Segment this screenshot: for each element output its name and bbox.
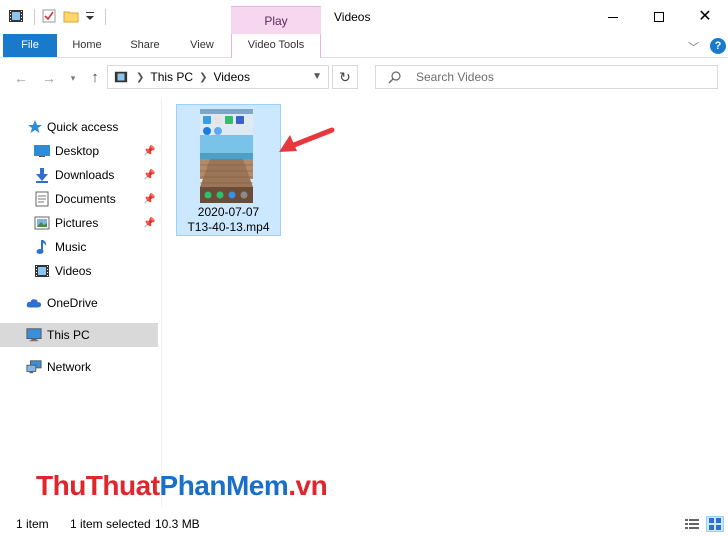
recent-locations-icon[interactable]: ▾ — [64, 69, 82, 87]
sidebar-item-label: Network — [47, 360, 92, 374]
maximize-button[interactable] — [636, 0, 682, 34]
minimize-button[interactable] — [590, 0, 636, 34]
search-box[interactable] — [375, 65, 718, 89]
breadcrumb-chevron-icon[interactable]: ❯ — [199, 72, 207, 83]
selection-size: 10.3 MB — [155, 517, 200, 531]
sidebar-item-label: Videos — [55, 264, 92, 278]
address-dropdown-icon[interactable]: ▼ — [312, 71, 322, 82]
downloads-icon — [34, 167, 50, 183]
watermark-part: ThuThuat — [36, 470, 160, 501]
sidebar-item-documents[interactable]: Documents 📌 — [0, 188, 158, 210]
close-icon: ✕ — [698, 8, 712, 25]
sidebar-item-quick-access[interactable]: Quick access — [0, 116, 158, 138]
breadcrumb-videos[interactable]: Videos — [213, 70, 249, 84]
watermark-part: PhanMem — [159, 470, 289, 501]
help-icon[interactable]: ? — [710, 38, 726, 54]
sidebar-item-music[interactable]: Music — [0, 236, 158, 258]
item-count: 1 item — [16, 517, 49, 531]
tab-view[interactable]: View — [176, 34, 228, 57]
quick-access-toolbar — [8, 8, 106, 26]
video-folder-icon[interactable] — [8, 8, 24, 27]
new-folder-icon[interactable] — [63, 8, 79, 27]
sidebar-item-label: Music — [55, 240, 87, 254]
tab-video-tools[interactable]: Video Tools — [231, 34, 321, 58]
documents-icon — [34, 191, 50, 207]
sidebar-item-label: Documents — [55, 192, 116, 206]
context-tab-label: Play — [264, 14, 288, 28]
sidebar-item-desktop[interactable]: Desktop 📌 — [0, 140, 158, 162]
back-arrow-icon[interactable]: ← — [12, 69, 30, 87]
address-bar[interactable]: ❯ This PC ❯ Videos ▼ — [107, 65, 329, 89]
context-tab-group: Play — [231, 6, 321, 34]
sidebar-item-label: Pictures — [55, 216, 99, 230]
sidebar-item-onedrive[interactable]: OneDrive — [0, 292, 158, 314]
window-title: Videos — [334, 10, 371, 24]
sidebar-item-label: OneDrive — [47, 296, 98, 310]
sidebar-item-downloads[interactable]: Downloads 📌 — [0, 164, 158, 186]
pin-icon[interactable]: 📌 — [143, 194, 155, 205]
sidebar-item-network[interactable]: Network — [0, 356, 158, 378]
pin-icon[interactable]: 📌 — [143, 170, 155, 181]
navigation-bar: ← → ▾ ↑ ❯ This PC ❯ Videos ▼ ↻ — [0, 59, 728, 97]
toolbar-divider — [105, 9, 106, 25]
search-icon — [388, 70, 402, 84]
tab-file[interactable]: File — [3, 34, 57, 57]
status-bar: 1 item 1 item selected 10.3 MB — [0, 512, 728, 536]
navigation-pane: Quick access Desktop 📌 Downloads 📌 Docum… — [0, 97, 162, 507]
onedrive-cloud-icon — [26, 295, 42, 311]
pictures-icon — [34, 215, 50, 231]
close-button[interactable]: ✕ — [682, 0, 728, 34]
breadcrumb-this-pc[interactable]: This PC — [150, 70, 193, 84]
sidebar-item-videos[interactable]: Videos — [0, 260, 158, 282]
sidebar-item-pictures[interactable]: Pictures 📌 — [0, 212, 158, 234]
file-name: 2020-07-07 T13-40-13.mp4 — [177, 205, 280, 235]
breadcrumb-chevron-icon[interactable]: ❯ — [136, 72, 144, 83]
properties-icon[interactable] — [41, 8, 57, 27]
pane-divider — [161, 97, 162, 507]
selection-count: 1 item selected — [70, 517, 151, 531]
watermark-logo: ThuThuatPhanMem.vn — [36, 470, 328, 502]
details-view-icon[interactable] — [683, 516, 701, 532]
videos-location-icon — [112, 69, 130, 85]
sidebar-item-label: Quick access — [47, 120, 119, 134]
sidebar-item-label: Downloads — [55, 168, 115, 182]
refresh-button[interactable]: ↻ — [332, 65, 358, 89]
tab-share[interactable]: Share — [118, 34, 172, 57]
forward-arrow-icon[interactable]: → — [40, 69, 58, 87]
computer-icon — [26, 327, 42, 343]
music-icon — [34, 239, 50, 255]
ribbon-tabs: File Home Share View Video Tools ﹀ ? — [0, 34, 728, 58]
title-bar: Play Videos ✕ — [0, 0, 728, 34]
refresh-icon: ↻ — [339, 69, 351, 85]
minimize-icon — [608, 16, 618, 18]
maximize-icon — [654, 12, 664, 22]
tab-home[interactable]: Home — [60, 34, 114, 57]
file-item[interactable]: 2020-07-07 T13-40-13.mp4 — [176, 104, 281, 236]
annotation-arrow-icon — [279, 127, 335, 152]
watermark-part: .vn — [288, 470, 328, 501]
large-icons-view-icon[interactable] — [706, 516, 724, 532]
star-icon — [27, 119, 43, 135]
pin-icon[interactable]: 📌 — [143, 218, 155, 229]
sidebar-item-label: This PC — [47, 328, 90, 342]
video-thumbnail — [200, 109, 253, 203]
videos-icon — [34, 263, 50, 279]
up-arrow-icon[interactable]: ↑ — [86, 69, 104, 87]
network-icon — [26, 359, 42, 375]
file-name-line: T13-40-13.mp4 — [187, 220, 270, 234]
file-name-line: 2020-07-07 — [197, 205, 260, 219]
sidebar-item-this-pc[interactable]: This PC — [0, 323, 158, 347]
sidebar-item-label: Desktop — [55, 144, 100, 158]
customize-toolbar-icon[interactable] — [85, 10, 95, 25]
desktop-icon — [34, 143, 50, 159]
toolbar-divider — [34, 9, 35, 25]
expand-ribbon-icon[interactable]: ﹀ — [688, 39, 699, 55]
search-input[interactable] — [416, 70, 696, 84]
pin-icon[interactable]: 📌 — [143, 146, 155, 157]
